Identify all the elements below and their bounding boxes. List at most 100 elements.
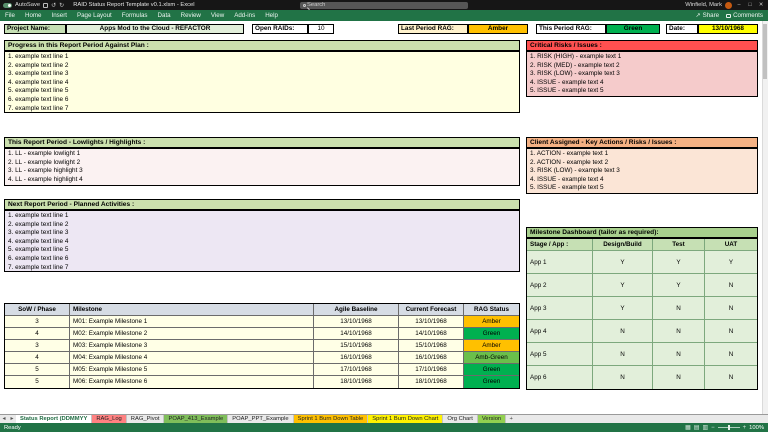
milestone-baseline-cell[interactable]: 17/10/1968 — [314, 364, 399, 376]
this-period-rag-value[interactable]: Green — [606, 24, 660, 34]
date-value[interactable]: 13/10/1968 — [698, 24, 758, 34]
redo-icon[interactable]: ↻ — [59, 2, 64, 9]
page-layout-view-icon[interactable]: ▤ — [694, 424, 700, 432]
ribbon-tab-formulas[interactable]: Formulas — [117, 10, 153, 21]
ribbon-tab-addins[interactable]: Add-ins — [229, 10, 260, 21]
dashboard-design-cell[interactable]: Y — [593, 274, 653, 297]
dashboard-app-cell[interactable]: App 2 — [527, 274, 593, 297]
lowlights-section-body[interactable]: 1. LL - example lowlight 12. LL - exampl… — [4, 148, 520, 186]
sheet-tab-rag-pivot[interactable]: RAG_Pivot — [127, 415, 165, 423]
milestone-rag-cell[interactable]: Amber — [464, 340, 519, 352]
dashboard-header-uat[interactable]: UAT — [705, 239, 757, 251]
dashboard-app-cell[interactable]: App 6 — [527, 366, 593, 389]
ribbon-tab-view[interactable]: View — [206, 10, 229, 21]
search-box[interactable] — [300, 2, 468, 9]
milestone-name-cell[interactable]: M05: Example Milestone 5 — [70, 364, 314, 376]
last-period-rag-value[interactable]: Amber — [468, 24, 528, 34]
dashboard-header-stage[interactable]: Stage / App : — [527, 239, 593, 251]
milestone-header-milestone[interactable]: Milestone — [70, 304, 314, 316]
zoom-in-icon[interactable]: + — [743, 425, 747, 431]
page-break-view-icon[interactable]: ▥ — [702, 424, 708, 432]
tab-scroll-right-icon[interactable]: ▸ — [8, 415, 16, 423]
last-period-rag-label[interactable]: Last Period RAG: — [398, 24, 468, 34]
dashboard-test-cell[interactable]: N — [653, 297, 705, 320]
normal-view-icon[interactable]: ▦ — [685, 424, 691, 432]
sheet-tab-rag-log[interactable]: RAG_Log — [92, 415, 126, 423]
milestone-rag-cell[interactable]: Green — [464, 364, 519, 376]
milestone-name-cell[interactable]: M04: Example Milestone 4 — [70, 352, 314, 364]
dashboard-app-cell[interactable]: App 1 — [527, 251, 593, 274]
milestone-phase-cell[interactable]: 4 — [5, 352, 70, 364]
dashboard-app-cell[interactable]: App 3 — [527, 297, 593, 320]
ribbon-tab-insert[interactable]: Insert — [47, 10, 72, 21]
milestone-forecast-cell[interactable]: 14/10/1968 — [399, 328, 464, 340]
this-period-rag-label[interactable]: This Period RAG: — [536, 24, 606, 34]
milestone-header-phase[interactable]: SoW / Phase — [5, 304, 70, 316]
search-input[interactable] — [307, 2, 468, 9]
dashboard-uat-cell[interactable]: N — [705, 274, 757, 297]
vertical-scrollbar-thumb[interactable] — [763, 24, 767, 79]
critical-risks-section-header[interactable]: Critical Risks / Issues : — [526, 40, 758, 51]
dashboard-test-cell[interactable]: N — [653, 343, 705, 366]
zoom-level[interactable]: 100% — [749, 425, 764, 431]
milestone-phase-cell[interactable]: 5 — [5, 376, 70, 388]
project-name-label[interactable]: Project Name: — [4, 24, 66, 34]
milestone-rag-cell[interactable]: Green — [464, 328, 519, 340]
milestone-name-cell[interactable]: M03: Example Milestone 3 — [70, 340, 314, 352]
lowlights-section-header[interactable]: This Report Period - Lowlights / Highlig… — [4, 137, 520, 148]
client-assigned-section-header[interactable]: Client Assigned - Key Actions / Risks / … — [526, 137, 758, 148]
ribbon-tab-page-layout[interactable]: Page Layout — [72, 10, 117, 21]
milestone-phase-cell[interactable]: 3 — [5, 316, 70, 328]
tab-scroll-left-icon[interactable]: ◂ — [0, 415, 8, 423]
project-name-value[interactable]: Apps Mod to the Cloud - REFACTOR — [66, 24, 244, 34]
dashboard-uat-cell[interactable]: N — [705, 320, 757, 343]
dashboard-design-cell[interactable]: Y — [593, 251, 653, 274]
autosave-toggle[interactable] — [3, 3, 12, 8]
new-sheet-button[interactable]: + — [506, 415, 516, 423]
milestone-rag-cell[interactable]: Amb-Green — [464, 352, 519, 364]
close-button[interactable]: ✕ — [757, 2, 765, 8]
milestone-forecast-cell[interactable]: 18/10/1968 — [399, 376, 464, 388]
zoom-slider-thumb[interactable] — [728, 425, 730, 430]
next-period-section-header[interactable]: Next Report Period - Planned Activities … — [4, 199, 520, 210]
milestone-baseline-cell[interactable]: 16/10/1968 — [314, 352, 399, 364]
dashboard-design-cell[interactable]: N — [593, 343, 653, 366]
ribbon-tab-data[interactable]: Data — [153, 10, 176, 21]
dashboard-design-cell[interactable]: N — [593, 320, 653, 343]
sheet-tab-poap-413[interactable]: POAP_413_Example — [164, 415, 228, 423]
dashboard-section-header[interactable]: Milestone Dashboard (tailor as required)… — [526, 227, 758, 238]
zoom-out-icon[interactable]: − — [711, 425, 715, 431]
milestone-name-cell[interactable]: M02: Example Milestone 2 — [70, 328, 314, 340]
dashboard-header-design[interactable]: Design/Build — [593, 239, 653, 251]
milestone-forecast-cell[interactable]: 17/10/1968 — [399, 364, 464, 376]
dashboard-uat-cell[interactable]: N — [705, 343, 757, 366]
client-assigned-section-body[interactable]: 1. ACTION - example text 12. ACTION - ex… — [526, 148, 758, 194]
sheet-tab-burn-down-table[interactable]: Sprint 1 Burn Down Table — [294, 415, 369, 423]
open-raids-label[interactable]: Open RAIDs: — [252, 24, 308, 34]
milestone-baseline-cell[interactable]: 14/10/1968 — [314, 328, 399, 340]
save-icon[interactable] — [43, 3, 48, 8]
milestone-header-rag[interactable]: RAG Status — [464, 304, 519, 316]
date-label[interactable]: Date: — [666, 24, 698, 34]
dashboard-test-cell[interactable]: N — [653, 320, 705, 343]
progress-section-body[interactable]: 1. example text line 12. example text li… — [4, 51, 520, 113]
milestone-name-cell[interactable]: M06: Example Milestone 6 — [70, 376, 314, 388]
milestone-header-baseline[interactable]: Agile Baseline — [314, 304, 399, 316]
milestone-name-cell[interactable]: M01: Example Milestone 1 — [70, 316, 314, 328]
dashboard-test-cell[interactable]: Y — [653, 274, 705, 297]
sheet-tab-org-chart[interactable]: Org Chart — [443, 415, 477, 423]
sheet-tab-burn-down-chart[interactable]: Sprint 1 Burn Down Chart — [368, 415, 443, 423]
user-avatar[interactable] — [725, 2, 732, 9]
share-button[interactable]: ↗Share — [696, 12, 720, 19]
milestone-phase-cell[interactable]: 5 — [5, 364, 70, 376]
dashboard-uat-cell[interactable]: N — [705, 297, 757, 320]
open-raids-value[interactable]: 10 — [308, 24, 334, 34]
milestone-forecast-cell[interactable]: 16/10/1968 — [399, 352, 464, 364]
minimize-button[interactable]: – — [735, 2, 743, 8]
progress-section-header[interactable]: Progress in this Report Period Against P… — [4, 40, 520, 51]
vertical-scrollbar[interactable] — [762, 21, 768, 414]
milestone-baseline-cell[interactable]: 13/10/1968 — [314, 316, 399, 328]
ribbon-tab-help[interactable]: Help — [260, 10, 283, 21]
dashboard-test-cell[interactable]: Y — [653, 251, 705, 274]
restore-button[interactable]: □ — [746, 2, 754, 8]
